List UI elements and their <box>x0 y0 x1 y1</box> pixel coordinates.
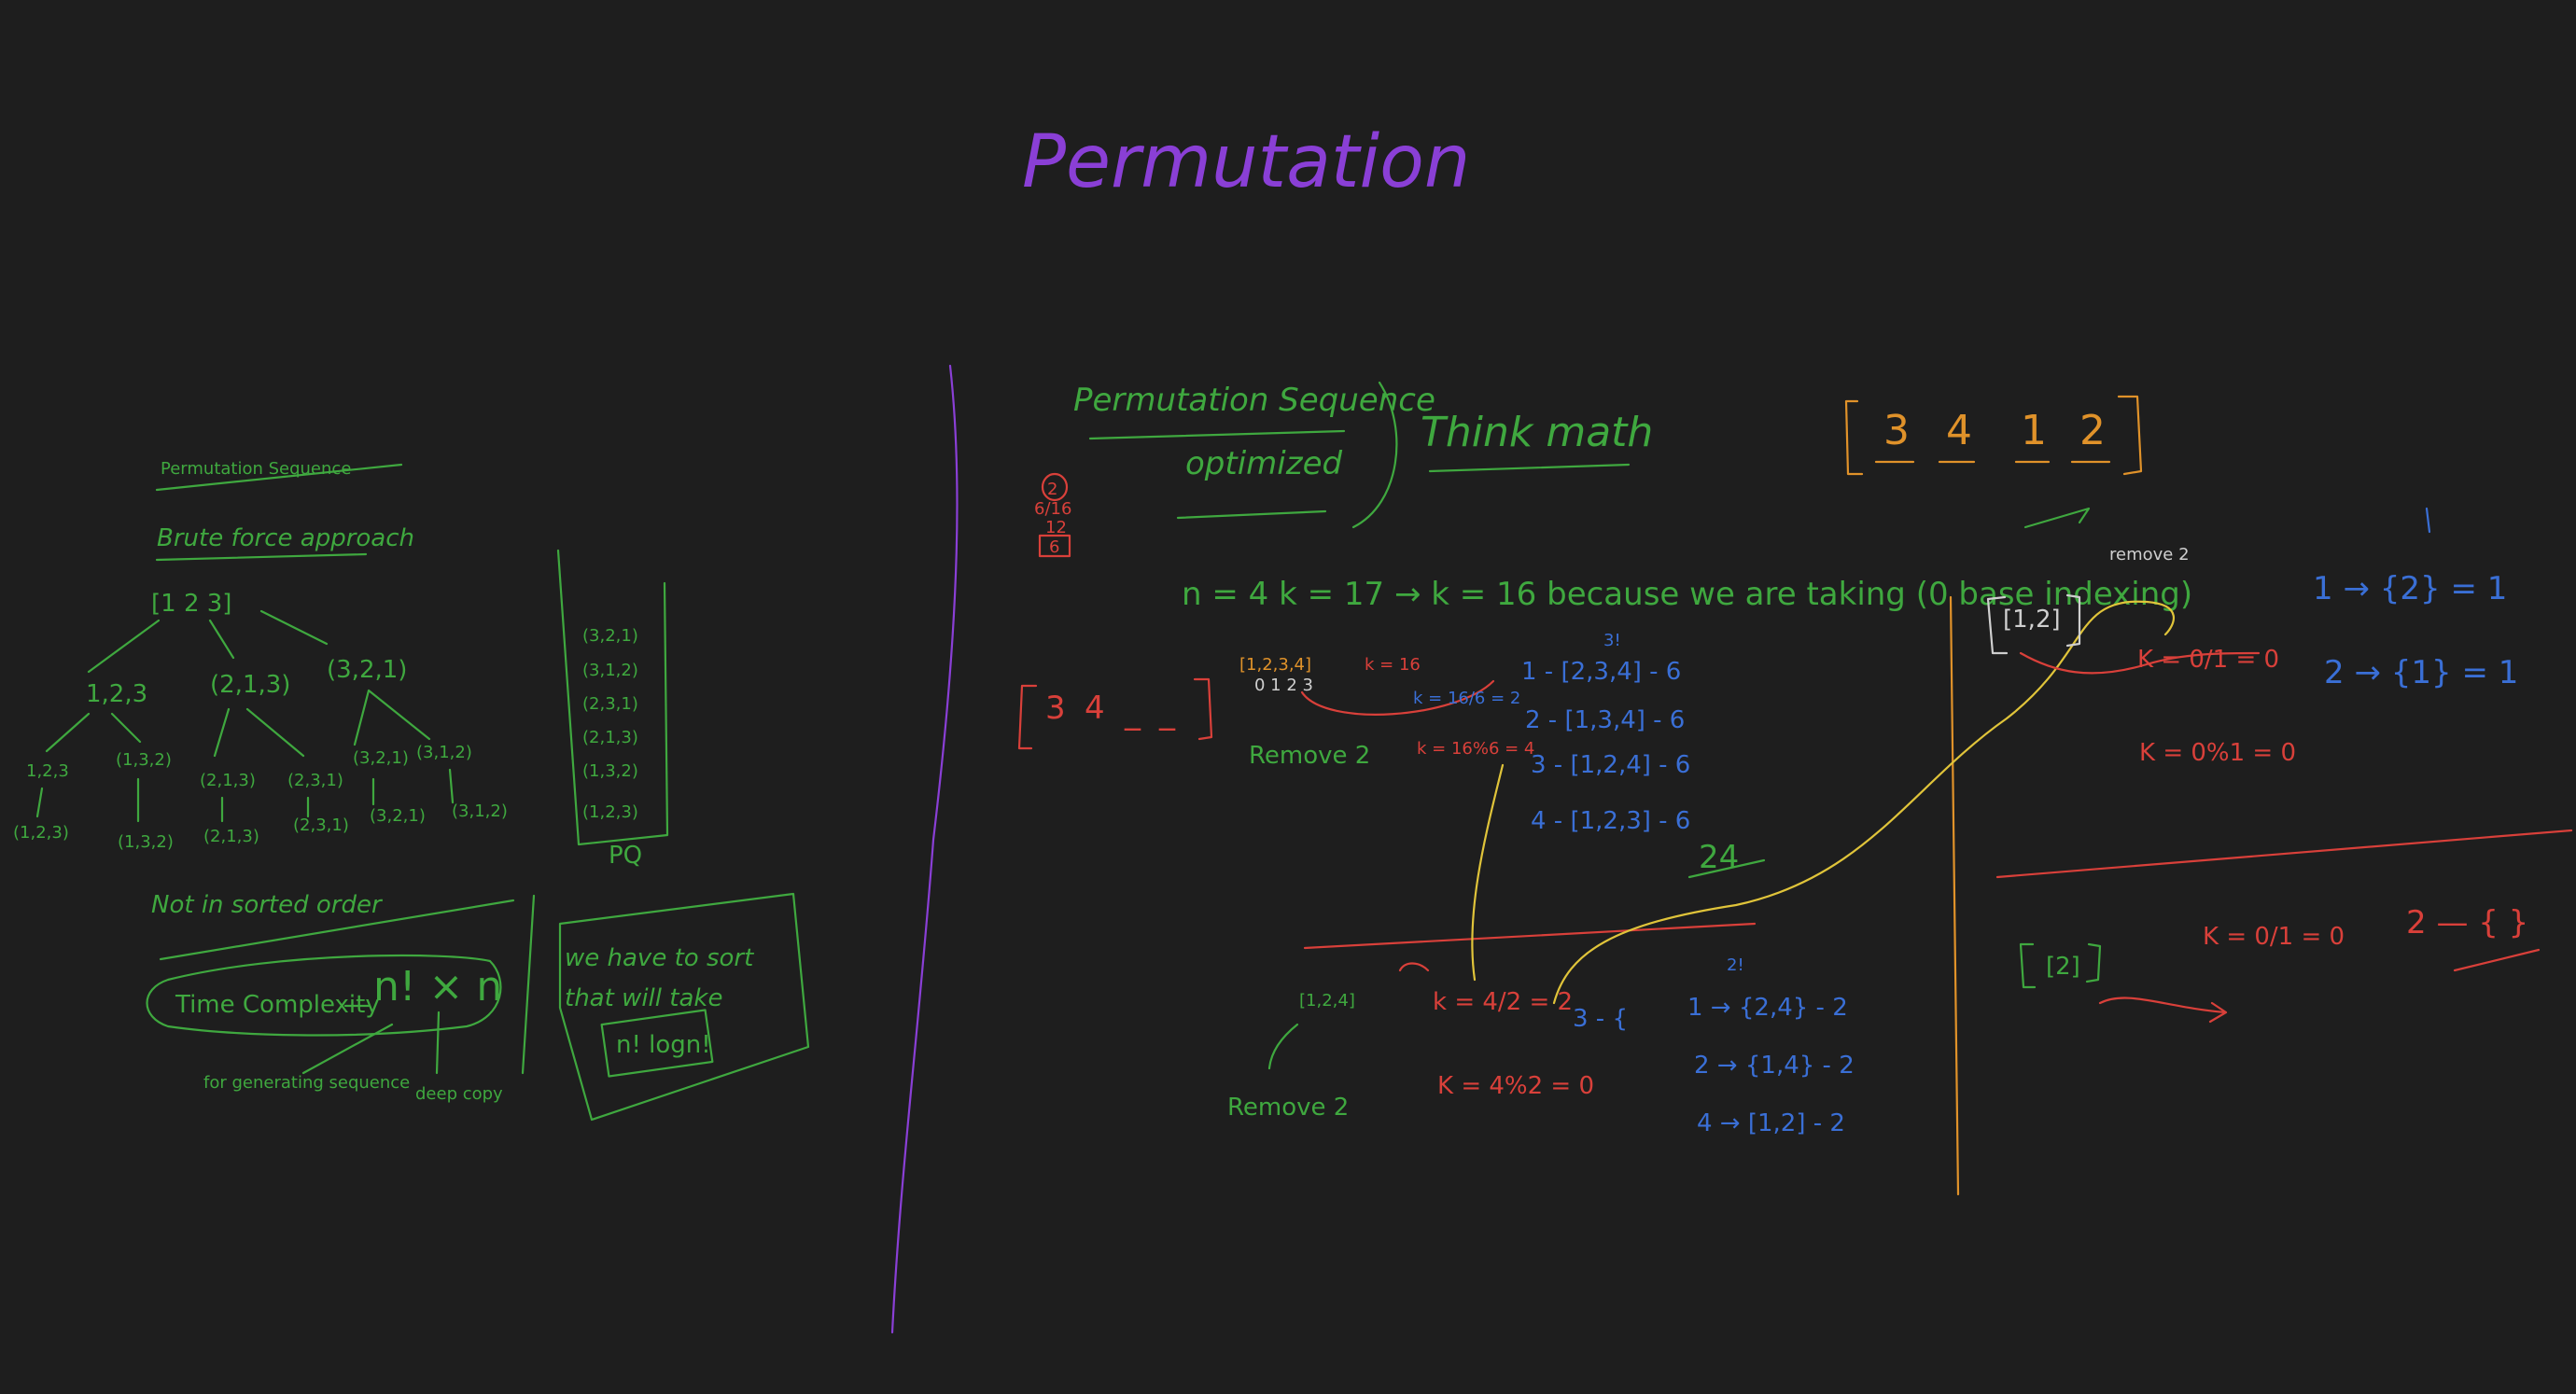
set4: [2] <box>2046 953 2080 981</box>
group1-3: 3 - [1,2,4] - 6 <box>1531 751 1690 779</box>
set3: [1,2] <box>2003 606 2061 634</box>
answer-digit-3: 1 <box>2021 407 2047 454</box>
divider-left <box>890 364 959 1334</box>
tree-l2-1: 1,2,3 <box>26 761 69 781</box>
svg-text:2: 2 <box>1047 480 1057 499</box>
left-heading: Permutation Sequence <box>161 459 351 479</box>
whiteboard-canvas: Permutation Permutation Sequence Brute f… <box>13 120 2573 1334</box>
complexity-value: n! × n <box>373 963 502 1011</box>
tree-l3-6: (3,1,2) <box>452 802 508 821</box>
optimized-section: Permutation Sequence optimized Think mat… <box>1017 381 2573 1196</box>
group1-2: 2 - [1,3,4] - 6 <box>1525 706 1685 734</box>
set1-indices: 0 1 2 3 <box>1254 676 1313 695</box>
tree-l2-5: (3,2,1) <box>353 748 409 768</box>
not-sorted-note: Not in sorted order <box>151 891 384 919</box>
k3: K = 0/1 = 0 <box>2137 646 2279 674</box>
final-step: 2 — { } <box>2406 904 2528 941</box>
pq-item-5: (1,3,2) <box>582 761 638 781</box>
tree-l1-1: 1,2,3 <box>86 680 147 708</box>
kdiv1: k = 16/6 = 2 <box>1413 689 1520 708</box>
group1-4: 4 - [1,2,3] - 6 <box>1531 807 1690 835</box>
svg-text:6/16: 6/16 <box>1034 499 1071 519</box>
sort-note-line2: that will take <box>565 984 722 1012</box>
tree-l2-4: (2,3,1) <box>287 771 343 790</box>
answer-digit-4: 2 <box>2079 407 2106 454</box>
pq-label: PQ <box>609 842 642 870</box>
note-deep-copy: deep copy <box>415 1084 503 1104</box>
tree-root: [1 2 3] <box>151 590 231 618</box>
k4: K = 0%1 = 0 <box>2139 739 2296 767</box>
tree-l3-5: (3,2,1) <box>370 806 426 826</box>
group2-3: 4 → [1,2] - 2 <box>1697 1109 1845 1137</box>
groups2-head: 3 - { <box>1573 1005 1628 1033</box>
group2-1: 1 → {2,4} - 2 <box>1687 994 1848 1022</box>
groups3: 1 → {2} = 1 2 → {1} = 1 <box>2313 570 2518 691</box>
partial-digit-1: 3 <box>1045 690 1066 727</box>
sort-note-line1: we have to sort <box>565 944 754 972</box>
group3-1: 1 → {2} = 1 <box>2313 570 2507 607</box>
group3-2: 2 → {1} = 1 <box>2324 654 2518 691</box>
sort-cost: n! logn! <box>616 1031 711 1059</box>
mid-count: 2! <box>1727 955 1744 975</box>
kdiv2: k = 4/2 = 2 <box>1433 988 1573 1016</box>
top-count: 3! <box>1603 631 1621 650</box>
remove1: Remove 2 <box>1249 742 1370 770</box>
pq-item-4: (2,1,3) <box>582 728 638 747</box>
tree-l3-3: (2,1,3) <box>203 827 259 846</box>
kmod1: k = 16%6 = 4 <box>1417 739 1534 759</box>
think-math: Think math <box>1421 409 1653 456</box>
k1: k = 16 <box>1365 655 1421 675</box>
remove-top: remove 2 <box>2109 545 2190 565</box>
set1: [1,2,3,4] <box>1239 655 1311 675</box>
answer-digit-1: 3 <box>1883 407 1910 454</box>
board-title: Permutation <box>1022 120 1470 204</box>
set2: [1,2,4] <box>1299 991 1355 1011</box>
tree-l3-2: (1,3,2) <box>118 832 174 852</box>
partial-digit-3: _ <box>1124 694 1141 732</box>
svg-text:6: 6 <box>1049 537 1059 557</box>
groups2: 1 → {2,4} - 2 2 → {1,4} - 2 4 → [1,2] - … <box>1687 994 1855 1137</box>
pq-item-6: (1,2,3) <box>582 802 638 822</box>
pq-item-1: (3,2,1) <box>582 626 638 646</box>
red-stack: 2 6/16 12 6 <box>1034 472 1071 558</box>
note-generating: for generating sequence <box>203 1073 410 1093</box>
svg-text:12: 12 <box>1045 518 1067 537</box>
approach-label: Brute force approach <box>157 524 414 552</box>
tree-l2-2: (1,3,2) <box>116 750 172 770</box>
tree-l1-2: (2,1,3) <box>210 671 290 699</box>
group1-1: 1 - [2,3,4] - 6 <box>1521 658 1681 686</box>
partial-digit-4: _ <box>1158 694 1176 732</box>
tree-l3-1: (1,2,3) <box>13 823 69 843</box>
group2-2: 2 → {1,4} - 2 <box>1694 1052 1855 1080</box>
tree-l2-6: (3,1,2) <box>416 743 472 762</box>
answer-digit-2: 4 <box>1946 407 1972 454</box>
pq-item-2: (3,1,2) <box>582 661 638 680</box>
pq-stack: (3,2,1) (3,1,2) (2,3,1) (2,1,3) (1,3,2) … <box>582 626 638 822</box>
brute-force-section: Permutation Sequence Brute force approac… <box>13 459 810 1122</box>
k5: K = 0/1 = 0 <box>2203 923 2345 951</box>
partial-digit-2: 4 <box>1085 690 1105 727</box>
tree-l2-3: (2,1,3) <box>200 771 256 790</box>
groups1: 1 - [2,3,4] - 6 2 - [1,3,4] - 6 3 - [1,2… <box>1521 658 1690 835</box>
right-heading: Permutation Sequence <box>1073 382 1435 419</box>
right-subheading: optimized <box>1185 445 1342 482</box>
tree-l1-3: (3,2,1) <box>327 656 407 684</box>
pq-item-3: (2,3,1) <box>582 694 638 714</box>
remove2: Remove 2 <box>1227 1094 1349 1122</box>
tree-l3-4: (2,3,1) <box>293 815 349 835</box>
kmod2: K = 4%2 = 0 <box>1437 1072 1594 1100</box>
